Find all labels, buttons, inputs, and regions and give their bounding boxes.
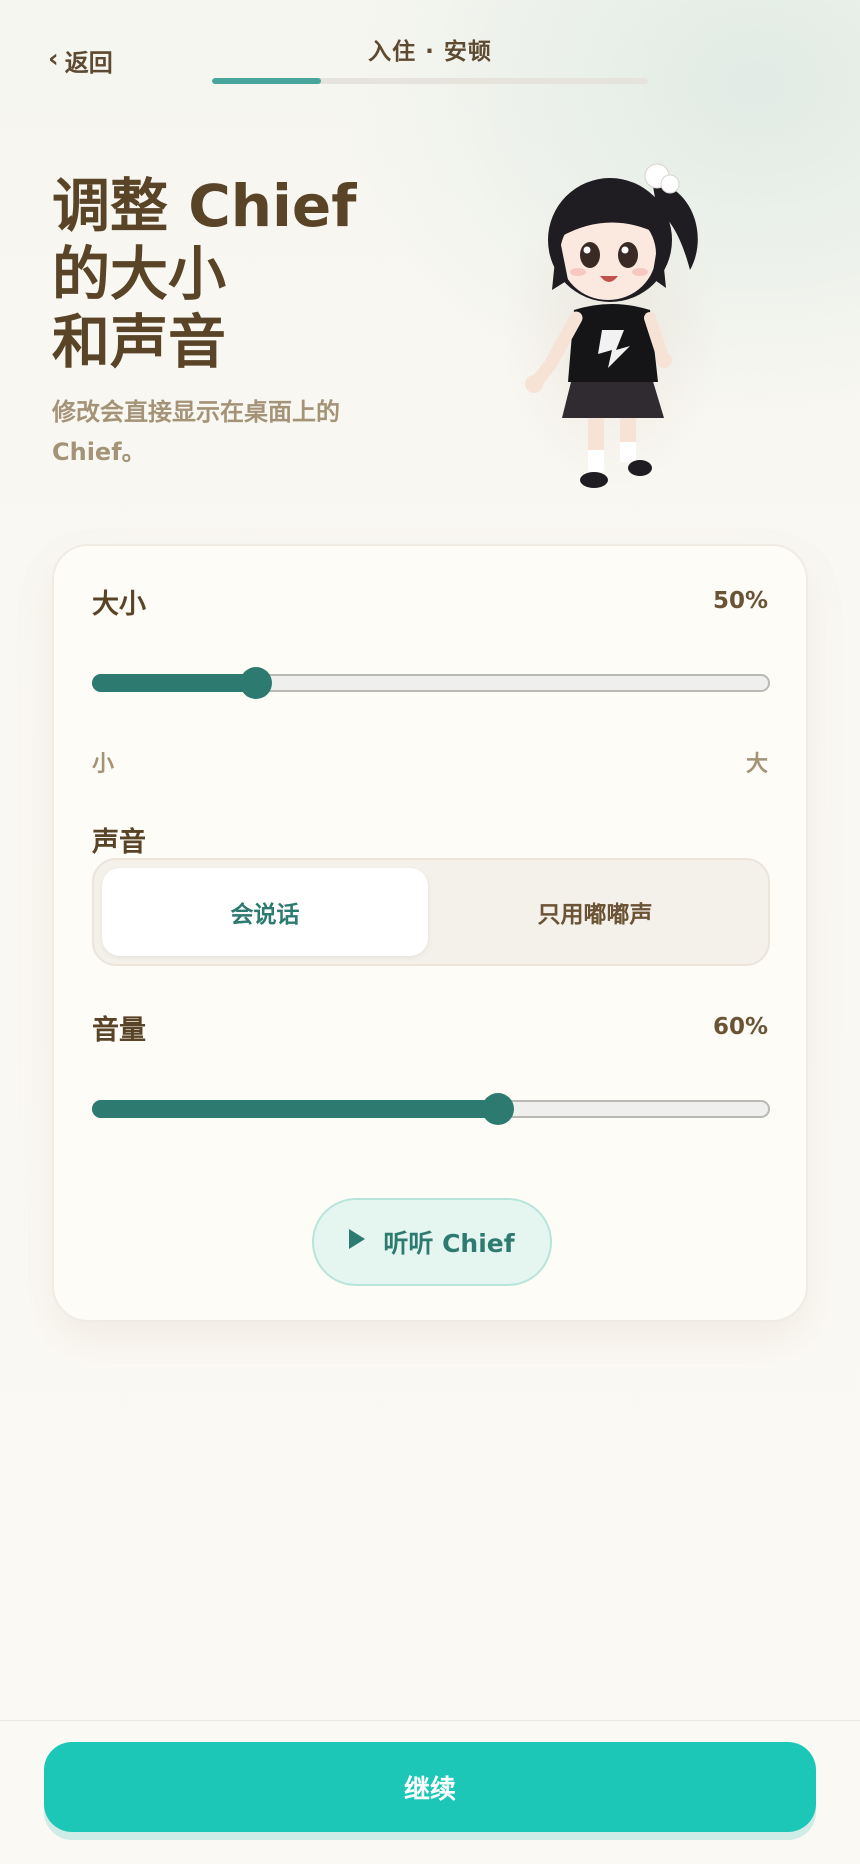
- size-slider-fill: [92, 674, 256, 692]
- settings-card: 大小 50% 小 大 声音 会说话 只用嘟嘟声 音量 60% 听听 Chief: [52, 544, 808, 1322]
- continue-button[interactable]: 继续: [44, 1742, 816, 1832]
- title-line-3: 和声音: [52, 308, 227, 376]
- listen-label: 听听 Chief: [383, 1229, 515, 1258]
- voice-label: 声音: [92, 827, 146, 858]
- title-line-2: 的大小: [52, 240, 227, 308]
- volume-value: 60%: [712, 1014, 768, 1040]
- title-line-1: 调整 Chief: [52, 172, 357, 240]
- page-subtitle: 修改会直接显示在桌面上的 Chief。: [52, 398, 340, 466]
- volume-slider-fill: [92, 1100, 499, 1118]
- size-max-label: 大: [745, 752, 768, 777]
- footer-divider: [0, 1720, 860, 1721]
- size-label: 大小: [92, 589, 146, 620]
- listen-chief-button[interactable]: 听听 Chief: [312, 1198, 552, 1286]
- volume-slider[interactable]: [92, 1093, 770, 1125]
- size-slider[interactable]: [92, 667, 770, 699]
- step-title: 入住 · 安顿: [368, 39, 492, 65]
- size-min-label: 小: [92, 752, 115, 777]
- voice-option-talk[interactable]: 会说话: [102, 868, 428, 956]
- progress-fill: [212, 78, 321, 84]
- chief-mascot-illustration: [502, 163, 722, 490]
- play-icon: [349, 1229, 366, 1249]
- onboarding-progress-bar: [212, 78, 648, 84]
- size-value: 50%: [712, 588, 768, 614]
- volume-slider-thumb[interactable]: [482, 1093, 515, 1125]
- size-slider-thumb[interactable]: [239, 667, 272, 699]
- volume-label: 音量: [92, 1015, 146, 1046]
- voice-mode-toggle: 会说话 只用嘟嘟声: [92, 858, 770, 966]
- page-title: 调整 Chief 的大小 和声音: [52, 172, 412, 376]
- voice-option-beep[interactable]: 只用嘟嘟声: [432, 868, 758, 956]
